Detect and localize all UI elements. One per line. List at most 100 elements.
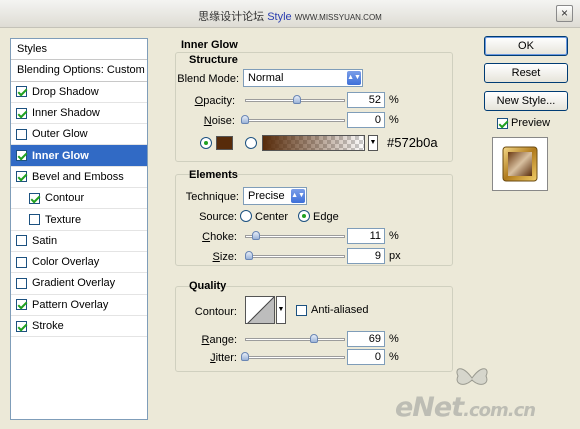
style-checkbox[interactable] <box>16 86 27 98</box>
watermark-domain: .com.cn <box>463 400 536 421</box>
sidebar-item-label: Color Overlay <box>32 256 100 269</box>
sidebar-item-label: Pattern Overlay <box>32 298 109 311</box>
style-checkbox[interactable] <box>16 299 27 311</box>
watermark-logo: eNet.com.cn <box>395 392 536 423</box>
slider-track <box>245 356 345 359</box>
inner-glow-panel: Inner Glow Structure Blend Mode: Normal … <box>165 38 465 420</box>
slider-thumb[interactable] <box>310 334 318 343</box>
gradient-radio[interactable] <box>245 137 257 149</box>
style-checkbox[interactable] <box>16 171 27 183</box>
contour-curve-icon <box>247 297 274 323</box>
opacity-input[interactable]: 52 <box>347 92 385 108</box>
noise-label: Noise: <box>203 115 235 127</box>
slider-thumb[interactable] <box>241 115 249 124</box>
preview-label[interactable]: Preview <box>511 117 550 129</box>
structure-title: Structure <box>189 54 238 66</box>
noise-input[interactable]: 0 <box>347 112 385 128</box>
sidebar-item-label: Inner Shadow <box>32 107 100 120</box>
sidebar-item-inner-shadow[interactable]: Inner Shadow <box>11 103 147 125</box>
size-slider[interactable] <box>244 250 345 262</box>
sidebar-item-outer-glow[interactable]: Outer Glow <box>11 124 147 146</box>
source-edge-label[interactable]: Edge <box>313 211 339 223</box>
quality-title: Quality <box>189 280 227 292</box>
slider-track <box>245 338 345 341</box>
style-checkbox[interactable] <box>16 128 27 140</box>
slider-thumb[interactable] <box>244 251 253 260</box>
style-checkbox[interactable] <box>16 107 27 119</box>
slider-thumb[interactable] <box>252 231 260 240</box>
sidebar-item-gradient-overlay[interactable]: Gradient Overlay <box>11 273 147 295</box>
glow-color-swatch[interactable] <box>216 136 233 150</box>
sidebar-item-label: Drop Shadow <box>32 85 99 98</box>
close-icon: × <box>560 6 568 20</box>
slider-track <box>245 255 345 258</box>
ok-button[interactable]: OK <box>484 36 568 56</box>
choke-input[interactable]: 11 <box>347 228 385 244</box>
sidebar-item-satin[interactable]: Satin <box>11 231 147 252</box>
choke-slider[interactable] <box>245 230 345 242</box>
select-arrows-icon: ▲▼ <box>291 189 305 203</box>
sidebar-item-stroke[interactable]: Stroke <box>11 316 147 338</box>
technique-select[interactable]: Precise ▲▼ <box>243 187 307 205</box>
anti-aliased-label[interactable]: Anti-aliased <box>311 304 368 316</box>
sidebar-item-texture[interactable]: Texture <box>11 209 147 231</box>
sidebar-item-color-overlay[interactable]: Color Overlay <box>11 252 147 274</box>
technique-label: Technique: <box>185 191 239 203</box>
gradient-dropdown-arrow-icon[interactable]: ▼ <box>368 135 378 151</box>
solid-color-radio[interactable] <box>200 137 212 149</box>
choke-unit: % <box>389 230 399 242</box>
color-hex-label: #572b0a <box>387 135 438 150</box>
sidebar-item-inner-glow[interactable]: Inner Glow <box>11 145 147 167</box>
style-checkbox[interactable] <box>29 214 40 226</box>
range-unit: % <box>389 333 399 345</box>
slider-thumb[interactable] <box>241 352 249 361</box>
opacity-slider[interactable] <box>245 94 345 106</box>
style-checkbox[interactable] <box>16 150 27 162</box>
slider-thumb[interactable] <box>293 95 301 104</box>
sidebar-item-drop-shadow[interactable]: Drop Shadow <box>11 82 147 103</box>
reset-button[interactable]: Reset <box>484 63 568 83</box>
title-prefix: 思缘设计论坛 <box>198 11 265 23</box>
select-arrows-icon: ▲▼ <box>347 71 361 85</box>
sidebar-item-label: Bevel and Emboss <box>32 170 124 183</box>
sidebar-item-pattern-overlay[interactable]: Pattern Overlay <box>11 295 147 316</box>
opacity-label: Opacity: <box>194 95 235 107</box>
jitter-label: Jitter: <box>210 352 237 364</box>
sidebar-item-label: Contour <box>45 192 85 205</box>
contour-picker[interactable] <box>245 296 275 324</box>
blending-options-item[interactable]: Blending Options: Custom <box>11 60 147 82</box>
noise-slider[interactable] <box>241 114 345 126</box>
source-edge-radio[interactable] <box>298 210 310 222</box>
technique-value: Precise <box>248 190 285 202</box>
slider-track <box>245 235 345 238</box>
sidebar-item-bevel-and-emboss[interactable]: Bevel and Emboss <box>11 167 147 189</box>
range-input[interactable]: 69 <box>347 331 385 347</box>
sidebar-item-contour[interactable]: Contour <box>11 188 147 210</box>
window-title: 思缘设计论坛 Style WWW.MISSYUAN.COM <box>0 8 580 24</box>
blend-mode-select[interactable]: Normal ▲▼ <box>243 69 363 87</box>
opacity-unit: % <box>389 94 399 106</box>
sidebar-item-label: Stroke <box>32 320 64 332</box>
close-button[interactable]: × <box>556 5 573 22</box>
anti-aliased-checkbox[interactable] <box>296 305 307 316</box>
size-input[interactable]: 9 <box>347 248 385 264</box>
range-slider[interactable] <box>245 333 345 345</box>
new-style-button[interactable]: New Style... <box>484 91 568 111</box>
jitter-slider[interactable] <box>241 351 345 363</box>
sidebar-item-label: Texture <box>45 213 82 226</box>
source-center-label[interactable]: Center <box>255 211 288 223</box>
jitter-input[interactable]: 0 <box>347 349 385 365</box>
style-checkbox[interactable] <box>16 256 27 268</box>
style-checkbox[interactable] <box>16 277 27 289</box>
styles-header[interactable]: Styles <box>11 39 147 61</box>
style-checkbox[interactable] <box>16 320 27 332</box>
style-checkbox[interactable] <box>29 192 40 204</box>
sidebar-item-label: Inner Glow <box>32 149 89 162</box>
contour-dropdown-arrow-icon[interactable]: ▼ <box>276 296 286 324</box>
style-checkbox[interactable] <box>16 235 27 247</box>
styles-list: Styles Blending Options: Custom Drop Sha… <box>10 38 148 420</box>
source-center-radio[interactable] <box>240 210 252 222</box>
glow-gradient-picker[interactable] <box>262 135 365 151</box>
title-bar: 思缘设计论坛 Style WWW.MISSYUAN.COM × <box>0 0 580 28</box>
preview-checkbox[interactable] <box>497 118 508 129</box>
